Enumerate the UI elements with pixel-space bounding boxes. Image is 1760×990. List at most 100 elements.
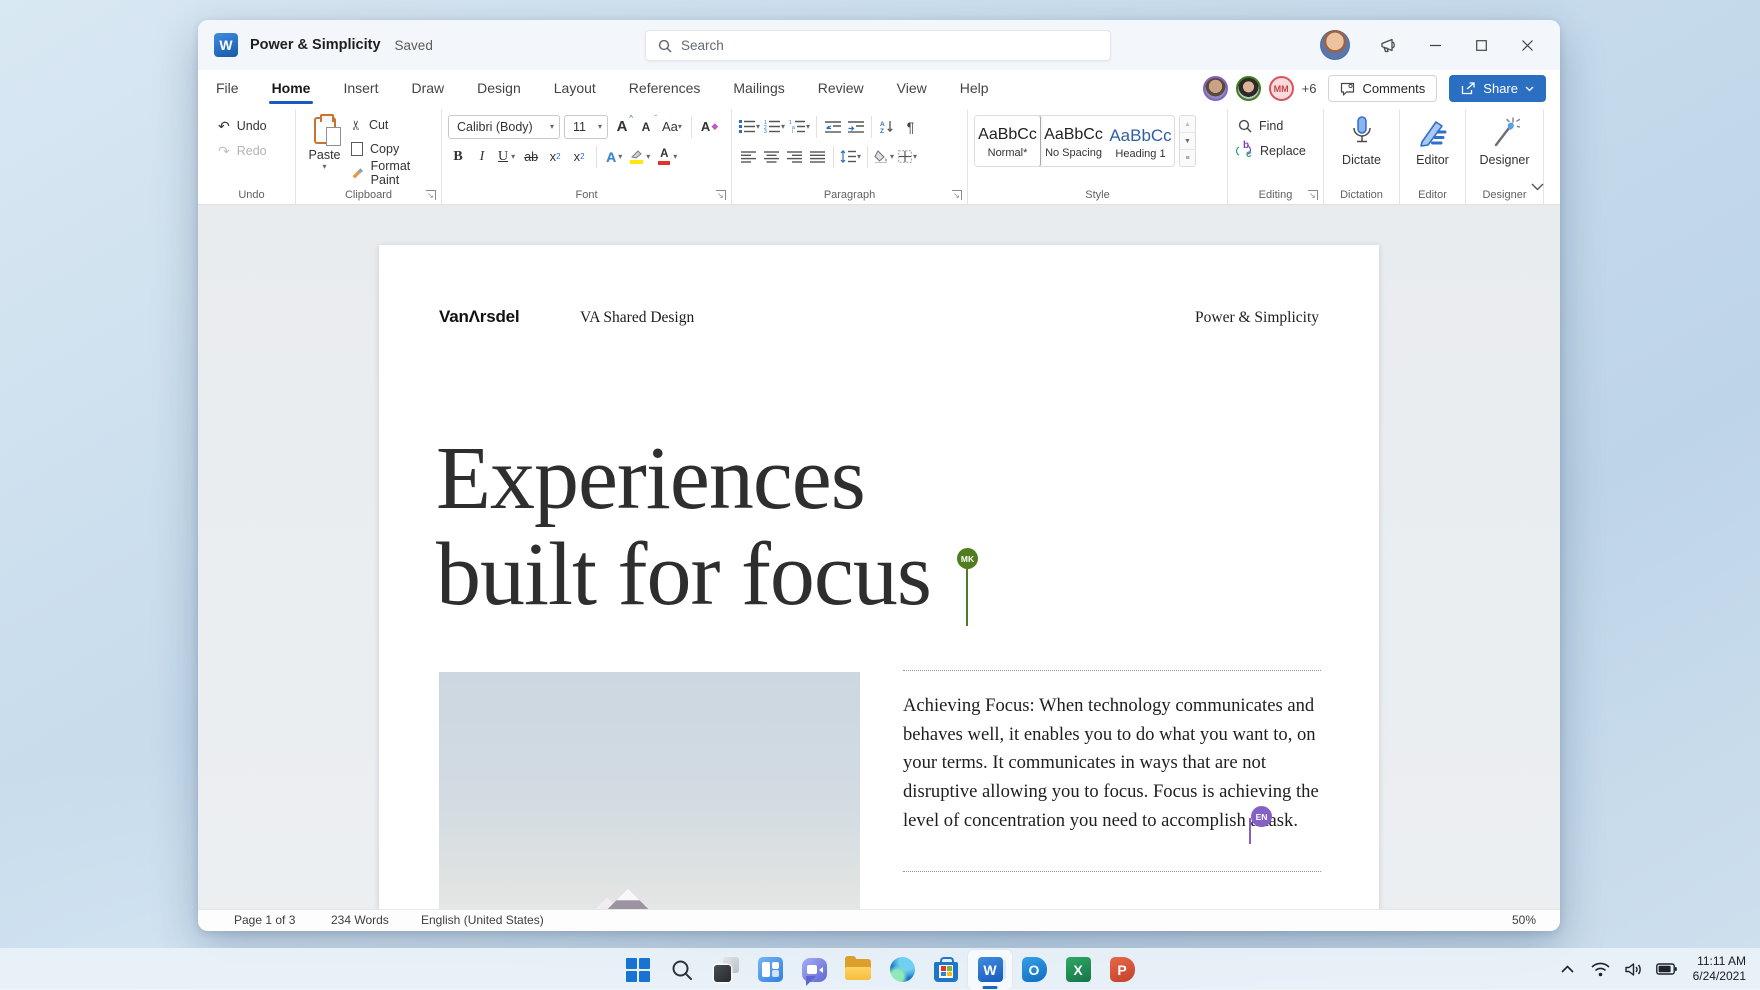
shading-button[interactable]: ▾ bbox=[873, 146, 895, 168]
close-button[interactable] bbox=[1504, 27, 1550, 63]
file-explorer-button[interactable] bbox=[836, 950, 880, 990]
justify-button[interactable] bbox=[807, 146, 828, 168]
tab-file[interactable]: File bbox=[214, 72, 241, 105]
battery-button[interactable] bbox=[1654, 954, 1680, 984]
font-dialog-launcher[interactable]: ↘ bbox=[716, 190, 726, 200]
tab-insert[interactable]: Insert bbox=[341, 72, 380, 105]
font-name-value: Calibri (Body) bbox=[457, 119, 533, 134]
chat-button[interactable] bbox=[792, 950, 836, 990]
start-button[interactable] bbox=[616, 950, 660, 990]
edge-button[interactable] bbox=[880, 950, 924, 990]
editing-dialog-launcher[interactable]: ↘ bbox=[1308, 190, 1318, 200]
outlook-taskbar-button[interactable]: O bbox=[1012, 950, 1056, 990]
replace-button[interactable]: bc Replace bbox=[1234, 138, 1317, 163]
collaborator-avatar-3[interactable]: MM bbox=[1268, 76, 1294, 101]
document-page[interactable]: VanΛrsdel VA Shared Design Power & Simpl… bbox=[379, 245, 1379, 909]
taskbar-clock[interactable]: 11:11 AM 6/24/2021 bbox=[1693, 954, 1746, 984]
word-taskbar-button[interactable]: W bbox=[968, 949, 1012, 990]
taskbar-search-button[interactable] bbox=[660, 950, 704, 990]
bold-button[interactable]: B bbox=[448, 146, 468, 168]
collapse-ribbon-button[interactable] bbox=[1531, 178, 1544, 196]
style-scroll-down[interactable]: ▼ bbox=[1180, 133, 1195, 151]
copy-button[interactable]: Copy bbox=[347, 137, 435, 161]
tab-view[interactable]: View bbox=[895, 72, 929, 105]
page-indicator[interactable]: Page 1 of 3 bbox=[234, 910, 295, 931]
style-scroll-up[interactable]: ▲ bbox=[1180, 116, 1195, 134]
align-right-button[interactable] bbox=[784, 146, 805, 168]
show-paragraph-marks-button[interactable]: ¶ bbox=[900, 116, 921, 138]
clipboard-dialog-launcher[interactable]: ↘ bbox=[426, 190, 436, 200]
dictate-button[interactable]: Dictate bbox=[1330, 113, 1393, 167]
tab-references[interactable]: References bbox=[627, 72, 703, 105]
save-status: Saved bbox=[394, 37, 433, 53]
decrease-indent-button[interactable] bbox=[822, 116, 843, 138]
user-avatar[interactable] bbox=[1320, 30, 1350, 60]
subscript-button[interactable]: x2 bbox=[545, 146, 565, 168]
dictate-label: Dictate bbox=[1342, 153, 1381, 167]
tab-review[interactable]: Review bbox=[816, 72, 866, 105]
paragraph-dialog-launcher[interactable]: ↘ bbox=[952, 190, 962, 200]
widgets-button[interactable] bbox=[748, 950, 792, 990]
style-no-spacing[interactable]: AaBbCc No Spacing bbox=[1040, 116, 1107, 166]
align-left-button[interactable] bbox=[738, 146, 759, 168]
style-heading-1[interactable]: AaBbCc Heading 1 bbox=[1107, 116, 1174, 166]
clear-formatting-button[interactable]: A ◆ bbox=[699, 116, 720, 138]
superscript-button[interactable]: x2 bbox=[569, 146, 589, 168]
bullets-button[interactable]: ▾ bbox=[738, 116, 761, 138]
designer-button[interactable]: Designer bbox=[1472, 113, 1537, 167]
collaborator-avatar-1[interactable] bbox=[1202, 76, 1228, 101]
tray-overflow-button[interactable] bbox=[1555, 954, 1581, 984]
share-button[interactable]: Share bbox=[1449, 75, 1546, 102]
line-spacing-button[interactable]: ▾ bbox=[839, 146, 862, 168]
microsoft-store-button[interactable] bbox=[924, 950, 968, 990]
document-image[interactable] bbox=[439, 672, 860, 909]
redo-button[interactable]: ↷ Redo bbox=[214, 138, 289, 163]
tab-help[interactable]: Help bbox=[958, 72, 991, 105]
paste-button[interactable]: Paste ▾ bbox=[302, 113, 347, 185]
zoom-level[interactable]: 50% bbox=[1512, 910, 1536, 931]
highlight-color-button[interactable]: ▾ bbox=[628, 146, 652, 168]
format-painter-button[interactable]: Format Paint bbox=[347, 159, 435, 187]
tab-mailings[interactable]: Mailings bbox=[731, 72, 786, 105]
underline-button[interactable]: U ▾ bbox=[496, 146, 517, 168]
grow-font-button[interactable]: A ^ bbox=[612, 114, 633, 138]
multilevel-list-button[interactable]: 1ai ▾ bbox=[788, 116, 811, 138]
tab-layout[interactable]: Layout bbox=[552, 72, 598, 105]
undo-button[interactable]: ↶ Undo bbox=[214, 113, 289, 138]
word-count[interactable]: 234 Words bbox=[331, 910, 389, 931]
borders-button[interactable]: ▾ bbox=[897, 146, 918, 168]
maximize-button[interactable] bbox=[1458, 27, 1504, 63]
comments-button[interactable]: Comments bbox=[1328, 75, 1438, 102]
collaborators-more-count[interactable]: +6 bbox=[1302, 81, 1317, 96]
minimize-button[interactable] bbox=[1412, 27, 1458, 63]
volume-button[interactable] bbox=[1621, 954, 1647, 984]
change-case-button[interactable]: Aa ▾ bbox=[660, 116, 684, 138]
style-normal[interactable]: AaBbCc Normal* bbox=[975, 116, 1041, 167]
editor-button[interactable]: Editor bbox=[1406, 113, 1459, 167]
shrink-font-button[interactable]: Aˇ bbox=[636, 114, 657, 138]
wifi-button[interactable] bbox=[1588, 954, 1614, 984]
tab-design[interactable]: Design bbox=[475, 72, 523, 105]
collaborator-avatar-2[interactable] bbox=[1235, 76, 1261, 101]
italic-button[interactable]: I bbox=[472, 146, 492, 168]
increase-indent-button[interactable] bbox=[845, 116, 866, 138]
cut-button[interactable]: ✂ Cut bbox=[347, 113, 435, 137]
font-name-select[interactable]: Calibri (Body) ▾ bbox=[448, 114, 560, 139]
task-view-button[interactable] bbox=[704, 950, 748, 990]
font-color-button[interactable]: A ▾ bbox=[656, 146, 679, 168]
numbering-button[interactable]: 123 ▾ bbox=[763, 116, 786, 138]
text-effects-button[interactable]: A ▾ bbox=[604, 146, 624, 168]
strikethrough-button[interactable]: ab bbox=[521, 146, 541, 168]
excel-taskbar-button[interactable]: X bbox=[1056, 950, 1100, 990]
language-indicator[interactable]: English (United States) bbox=[421, 910, 544, 931]
find-button[interactable]: Find bbox=[1234, 113, 1317, 138]
font-size-select[interactable]: 11 ▾ bbox=[564, 114, 608, 139]
tab-draw[interactable]: Draw bbox=[409, 72, 446, 105]
align-center-button[interactable] bbox=[761, 146, 782, 168]
search-input[interactable]: Search bbox=[645, 30, 1111, 61]
tab-home[interactable]: Home bbox=[268, 72, 314, 105]
sort-button[interactable]: AZ bbox=[877, 116, 898, 138]
powerpoint-taskbar-button[interactable]: P bbox=[1100, 950, 1144, 990]
feedback-button[interactable] bbox=[1368, 27, 1412, 63]
style-gallery-more[interactable]: ≡ bbox=[1180, 150, 1195, 166]
